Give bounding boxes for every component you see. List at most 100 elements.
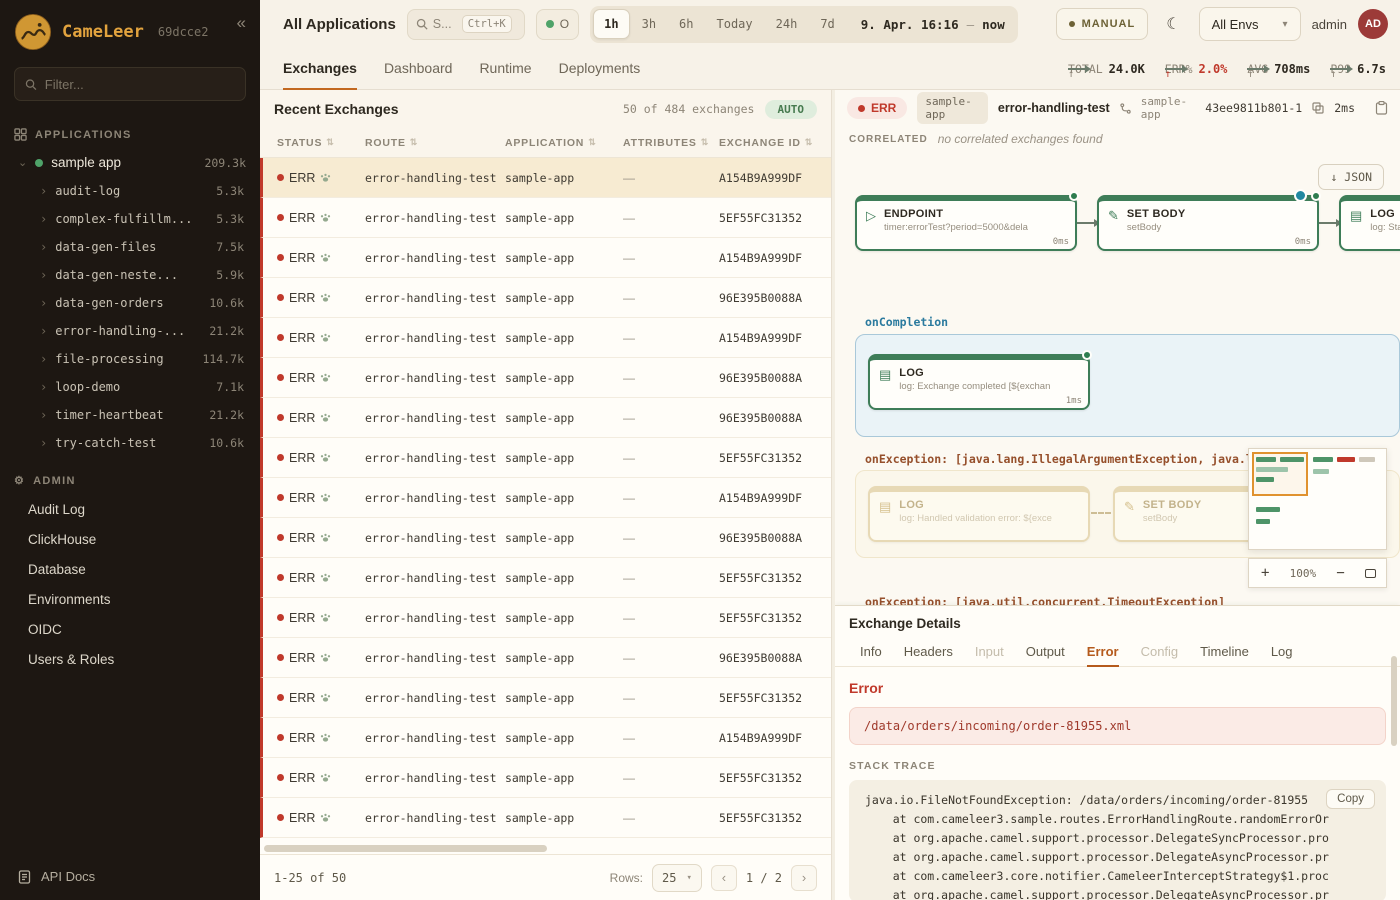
table-row[interactable]: ERR error-handling-test sample-app — 5EF…	[260, 798, 831, 838]
table-row[interactable]: ERR error-handling-test sample-app — 5EF…	[260, 598, 831, 638]
sidebar-item-route[interactable]: › file-processing 114.7k	[0, 345, 260, 373]
sidebar: CameLeer 69dcce2 « APPLICATIONS ⌄ sample…	[0, 0, 260, 900]
auto-refresh-badge[interactable]: AUTO	[765, 100, 818, 119]
table-row[interactable]: ERR error-handling-test sample-app — A15…	[260, 478, 831, 518]
paw-icon	[320, 692, 331, 703]
zoom-out-button[interactable]: −	[1334, 565, 1346, 581]
details-tab[interactable]: Output	[1026, 637, 1065, 667]
next-page-button[interactable]: ›	[791, 865, 817, 891]
sidebar-filter[interactable]	[14, 67, 246, 101]
sidebar-filter-input[interactable]	[45, 77, 235, 92]
download-json-button[interactable]: ↓ JSON	[1318, 164, 1384, 190]
dark-mode-toggle[interactable]: ☾	[1159, 10, 1187, 38]
route-link-icon[interactable]	[1120, 103, 1131, 114]
table-row[interactable]: ERR error-handling-test sample-app — 5EF…	[260, 678, 831, 718]
sidebar-item-route[interactable]: › data-gen-files 7.5k	[0, 233, 260, 261]
sidebar-item-api-docs[interactable]: API Docs	[0, 855, 260, 900]
sort-icon[interactable]: ⇅	[588, 137, 596, 148]
error-dot	[858, 105, 865, 112]
table-row[interactable]: ERR error-handling-test sample-app — 5EF…	[260, 758, 831, 798]
table-row[interactable]: ERR error-handling-test sample-app — 96E…	[260, 518, 831, 558]
horizontal-scrollbar-thumb[interactable]	[264, 845, 547, 852]
table-row[interactable]: ERR error-handling-test sample-app — 96E…	[260, 398, 831, 438]
sidebar-item-route[interactable]: › try-catch-test 10.6k	[0, 429, 260, 457]
diagram-node-log[interactable]: ▤ LOG log: Sta	[1339, 195, 1400, 251]
errors-only-toggle[interactable]: O	[536, 9, 579, 40]
sort-icon[interactable]: ⇅	[326, 137, 334, 148]
global-search-input[interactable]	[433, 17, 457, 31]
diagram-node-exception-log[interactable]: ▤ LOG log: Handled validation error: ${e…	[868, 486, 1090, 542]
table-row[interactable]: ERR error-handling-test sample-app — 5EF…	[260, 558, 831, 598]
diagram-minimap[interactable]	[1248, 448, 1387, 550]
details-tab[interactable]: Headers	[904, 637, 953, 667]
date-range-display[interactable]: 9. Apr. 16:16 — now	[847, 17, 1015, 32]
paw-icon	[320, 412, 331, 423]
sidebar-item-admin[interactable]: Database	[0, 554, 260, 584]
sidebar-item-route[interactable]: › data-gen-orders 10.6k	[0, 289, 260, 317]
sort-icon[interactable]: ⇅	[410, 137, 418, 148]
column-header-route[interactable]: ROUTE⇅	[365, 137, 505, 149]
column-header-status[interactable]: STATUS⇅	[277, 137, 365, 149]
time-range-button[interactable]: 1h	[593, 9, 629, 39]
time-range-button[interactable]: 6h	[668, 9, 704, 39]
sidebar-item-route[interactable]: › timer-heartbeat 21.2k	[0, 401, 260, 429]
details-tab[interactable]: Input	[975, 637, 1004, 667]
sidebar-item-sample-app[interactable]: ⌄ sample app 209.3k	[0, 148, 260, 177]
table-row[interactable]: ERR error-handling-test sample-app — 96E…	[260, 638, 831, 678]
sort-icon[interactable]: ⇅	[805, 137, 813, 148]
refresh-mode-button[interactable]: MANUAL	[1056, 8, 1149, 40]
sidebar-item-admin[interactable]: OIDC	[0, 614, 260, 644]
global-search[interactable]: Ctrl+K	[407, 9, 525, 40]
sidebar-item-route[interactable]: › data-gen-neste... 5.9k	[0, 261, 260, 289]
details-tab[interactable]: Error	[1087, 637, 1119, 667]
time-range-button[interactable]: Today	[706, 9, 764, 39]
chevron-down-icon[interactable]: ⌄	[18, 156, 27, 169]
time-range-button[interactable]: 3h	[631, 9, 667, 39]
time-range-button[interactable]: 24h	[765, 9, 809, 39]
environment-select[interactable]: All Envs ▾	[1199, 7, 1301, 41]
table-row[interactable]: ERR error-handling-test sample-app — 96E…	[260, 358, 831, 398]
table-row[interactable]: ERR error-handling-test sample-app — A15…	[260, 238, 831, 278]
details-tab[interactable]: Config	[1141, 637, 1179, 667]
table-row[interactable]: ERR error-handling-test sample-app — 96E…	[260, 278, 831, 318]
sidebar-item-route[interactable]: › error-handling-... 21.2k	[0, 317, 260, 345]
table-row[interactable]: ERR error-handling-test sample-app — 5EF…	[260, 198, 831, 238]
column-header-exchange-id[interactable]: EXCHANGE ID⇅	[719, 137, 831, 149]
table-row[interactable]: ERR error-handling-test sample-app — A15…	[260, 718, 831, 758]
main-tab[interactable]: Runtime	[479, 48, 531, 90]
details-tab[interactable]: Log	[1271, 637, 1293, 667]
zoom-in-button[interactable]: +	[1259, 565, 1271, 581]
main-tab[interactable]: Exchanges	[283, 48, 357, 90]
diagram-node-completion-log[interactable]: ▤ LOG log: Exchange completed [${exchan …	[868, 354, 1090, 410]
diagram-node-endpoint[interactable]: ▷ ENDPOINT timer:errorTest?period=5000&d…	[855, 195, 1077, 251]
fit-to-screen-icon[interactable]	[1365, 569, 1376, 578]
copy-icon[interactable]	[1312, 102, 1324, 114]
main-tab[interactable]: Deployments	[559, 48, 641, 90]
sidebar-item-route[interactable]: › loop-demo 7.1k	[0, 373, 260, 401]
avatar[interactable]: AD	[1358, 9, 1388, 39]
sort-icon[interactable]: ⇅	[701, 137, 709, 148]
time-range-button[interactable]: 7d	[809, 9, 845, 39]
table-row[interactable]: ERR error-handling-test sample-app — 5EF…	[260, 438, 831, 478]
rows-per-page-select[interactable]: 25 ▾	[652, 864, 702, 892]
table-row[interactable]: ERR error-handling-test sample-app — A15…	[260, 318, 831, 358]
clipboard-icon[interactable]	[1375, 101, 1388, 115]
route-diagram[interactable]: ↓ JSON ▷ ENDPOINT timer:errorTest?period…	[835, 152, 1400, 605]
column-header-attributes[interactable]: ATTRIBUTES⇅	[623, 137, 719, 149]
table-row[interactable]: ERR error-handling-test sample-app — A15…	[260, 158, 831, 198]
prev-page-button[interactable]: ‹	[711, 865, 737, 891]
details-tab[interactable]: Info	[860, 637, 882, 667]
sidebar-item-admin[interactable]: Environments	[0, 584, 260, 614]
main-tab[interactable]: Dashboard	[384, 48, 453, 90]
vertical-scrollbar-thumb[interactable]	[1391, 656, 1397, 746]
details-tab[interactable]: Timeline	[1200, 637, 1249, 667]
copy-stack-button[interactable]: Copy	[1326, 789, 1375, 809]
sidebar-item-admin[interactable]: Users & Roles	[0, 644, 260, 674]
sidebar-item-route[interactable]: › complex-fulfillm... 5.3k	[0, 205, 260, 233]
sidebar-item-admin[interactable]: Audit Log	[0, 494, 260, 524]
sidebar-item-route[interactable]: › audit-log 5.3k	[0, 177, 260, 205]
column-header-application[interactable]: APPLICATION⇅	[505, 137, 623, 149]
sidebar-item-admin[interactable]: ClickHouse	[0, 524, 260, 554]
sidebar-collapse-icon[interactable]: «	[237, 13, 246, 33]
diagram-node-setbody[interactable]: ✎ SET BODY setBody 0ms	[1097, 195, 1319, 251]
